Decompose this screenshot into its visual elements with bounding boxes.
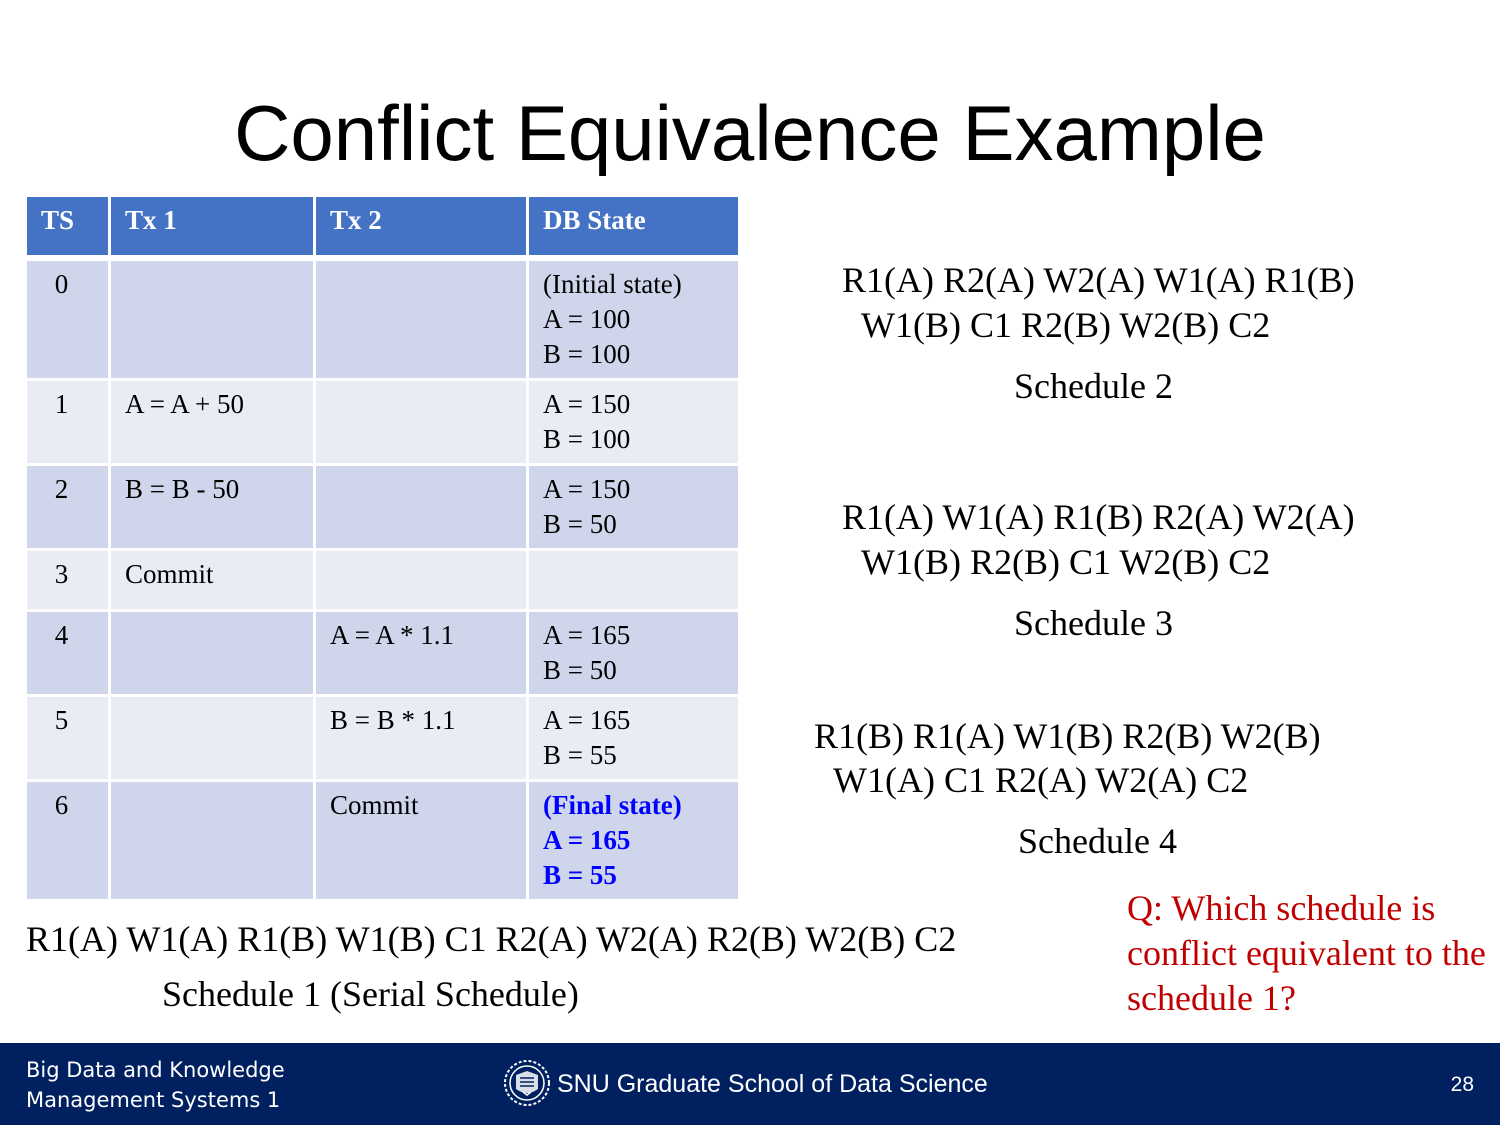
course-name-line-1: Big Data and Knowledge [26, 1058, 285, 1082]
table-row: 0 (Initial state) A = 100 B = 100 [24, 256, 741, 381]
cell-tx2 [313, 548, 529, 612]
cell-tx1 [108, 694, 316, 782]
header-tx1: Tx 1 [108, 194, 316, 261]
cell-db-state: A = 165 B = 50 [526, 609, 741, 697]
cell-ts: 1 [24, 378, 111, 466]
cell-db-state: A = 150 B = 50 [526, 463, 741, 551]
cell-ts: 5 [24, 694, 111, 782]
schedule-1-label: Schedule 1 (Serial Schedule) [162, 974, 579, 1014]
schedule-3-ops-line-2: W1(B) R2(B) C1 W2(B) C2 [861, 542, 1271, 582]
cell-db-state: (Initial state) A = 100 B = 100 [526, 256, 741, 381]
cell-tx2 [313, 463, 529, 551]
db-state-line: B = 50 [543, 509, 617, 539]
cell-tx1 [108, 256, 316, 381]
schedule-4-ops-line-1: R1(B) R1(A) W1(B) R2(B) W2(B) [814, 716, 1321, 756]
table-header-row: TS Tx 1 Tx 2 DB State [24, 194, 741, 261]
db-state-line: (Final state) [543, 790, 682, 820]
cell-ts: 6 [24, 779, 111, 902]
cell-db-final-state: (Final state) A = 165 B = 55 [526, 779, 741, 902]
header-db-state: DB State [526, 194, 741, 261]
cell-ts: 4 [24, 609, 111, 697]
db-state-line: B = 55 [543, 860, 617, 890]
table-row: 1 A = A + 50 A = 150 B = 100 [24, 378, 741, 466]
db-state-line: A = 165 [543, 705, 631, 735]
cell-tx1: Commit [108, 548, 316, 612]
slide-title: Conflict Equivalence Example [234, 89, 1266, 177]
schedule-4-label: Schedule 4 [1018, 821, 1177, 861]
course-name-line-2: Management Systems 1 [26, 1088, 281, 1112]
table-row: 4 A = A * 1.1 A = 165 B = 50 [24, 609, 741, 697]
cell-ts: 2 [24, 463, 111, 551]
cell-tx2: A = A * 1.1 [313, 609, 529, 697]
page-number: 28 [1450, 1073, 1474, 1096]
school-name: SNU Graduate School of Data Science [557, 1070, 988, 1098]
cell-tx2 [313, 378, 529, 466]
cell-db-state: A = 150 B = 100 [526, 378, 741, 466]
db-state-line: A = 100 [543, 304, 631, 334]
table-row: 5 B = B * 1.1 A = 165 B = 55 [24, 694, 741, 782]
question-text: Q: Which schedule is conflict equivalent… [1127, 888, 1486, 1018]
db-state-line: B = 100 [543, 339, 631, 369]
db-state-line: A = 165 [543, 825, 631, 855]
table-row: 2 B = B - 50 A = 150 B = 50 [24, 463, 741, 551]
cell-tx2: Commit [313, 779, 529, 902]
cell-tx1 [108, 779, 316, 902]
cell-tx1 [108, 609, 316, 697]
db-state-line: A = 150 [543, 474, 631, 504]
cell-tx2: B = B * 1.1 [313, 694, 529, 782]
cell-tx1: A = A + 50 [108, 378, 316, 466]
db-state-line: B = 50 [543, 655, 617, 685]
table-row: 6 Commit (Final state) A = 165 B = 55 [24, 779, 741, 902]
db-state-line: A = 165 [543, 620, 631, 650]
header-ts: TS [24, 194, 111, 261]
db-state-line: B = 100 [543, 424, 631, 454]
schedule-2-ops-line-2: W1(B) C1 R2(B) W2(B) C2 [861, 305, 1271, 345]
cell-db-state [526, 548, 741, 612]
schedule-2-ops-line-1: R1(A) R2(A) W2(A) W1(A) R1(B) [842, 260, 1355, 300]
db-state-line: (Initial state) [543, 269, 682, 299]
transaction-table: TS Tx 1 Tx 2 DB State 0 (Initial state) … [24, 194, 741, 902]
footer-bar: Big Data and Knowledge Management System… [0, 1043, 1500, 1125]
snu-emblem-icon [503, 1059, 551, 1107]
cell-tx2 [313, 256, 529, 381]
cell-tx1: B = B - 50 [108, 463, 316, 551]
schedule-4-ops-line-2: W1(A) C1 R2(A) W2(A) C2 [833, 760, 1249, 800]
schedule-3-ops-line-1: R1(A) W1(A) R1(B) R2(A) W2(A) [842, 497, 1355, 537]
schedule-3-label: Schedule 3 [1014, 603, 1173, 643]
header-tx2: Tx 2 [313, 194, 529, 261]
table-row: 3 Commit [24, 548, 741, 612]
cell-db-state: A = 165 B = 55 [526, 694, 741, 782]
db-state-line: A = 150 [543, 389, 631, 419]
db-state-line: B = 55 [543, 740, 617, 770]
course-name: Big Data and Knowledge Management System… [26, 1055, 285, 1115]
schedule-1-ops: R1(A) W1(A) R1(B) W1(B) C1 R2(A) W2(A) R… [26, 919, 957, 959]
schedule-2-label: Schedule 2 [1014, 366, 1173, 406]
cell-ts: 3 [24, 548, 111, 612]
cell-ts: 0 [24, 256, 111, 381]
